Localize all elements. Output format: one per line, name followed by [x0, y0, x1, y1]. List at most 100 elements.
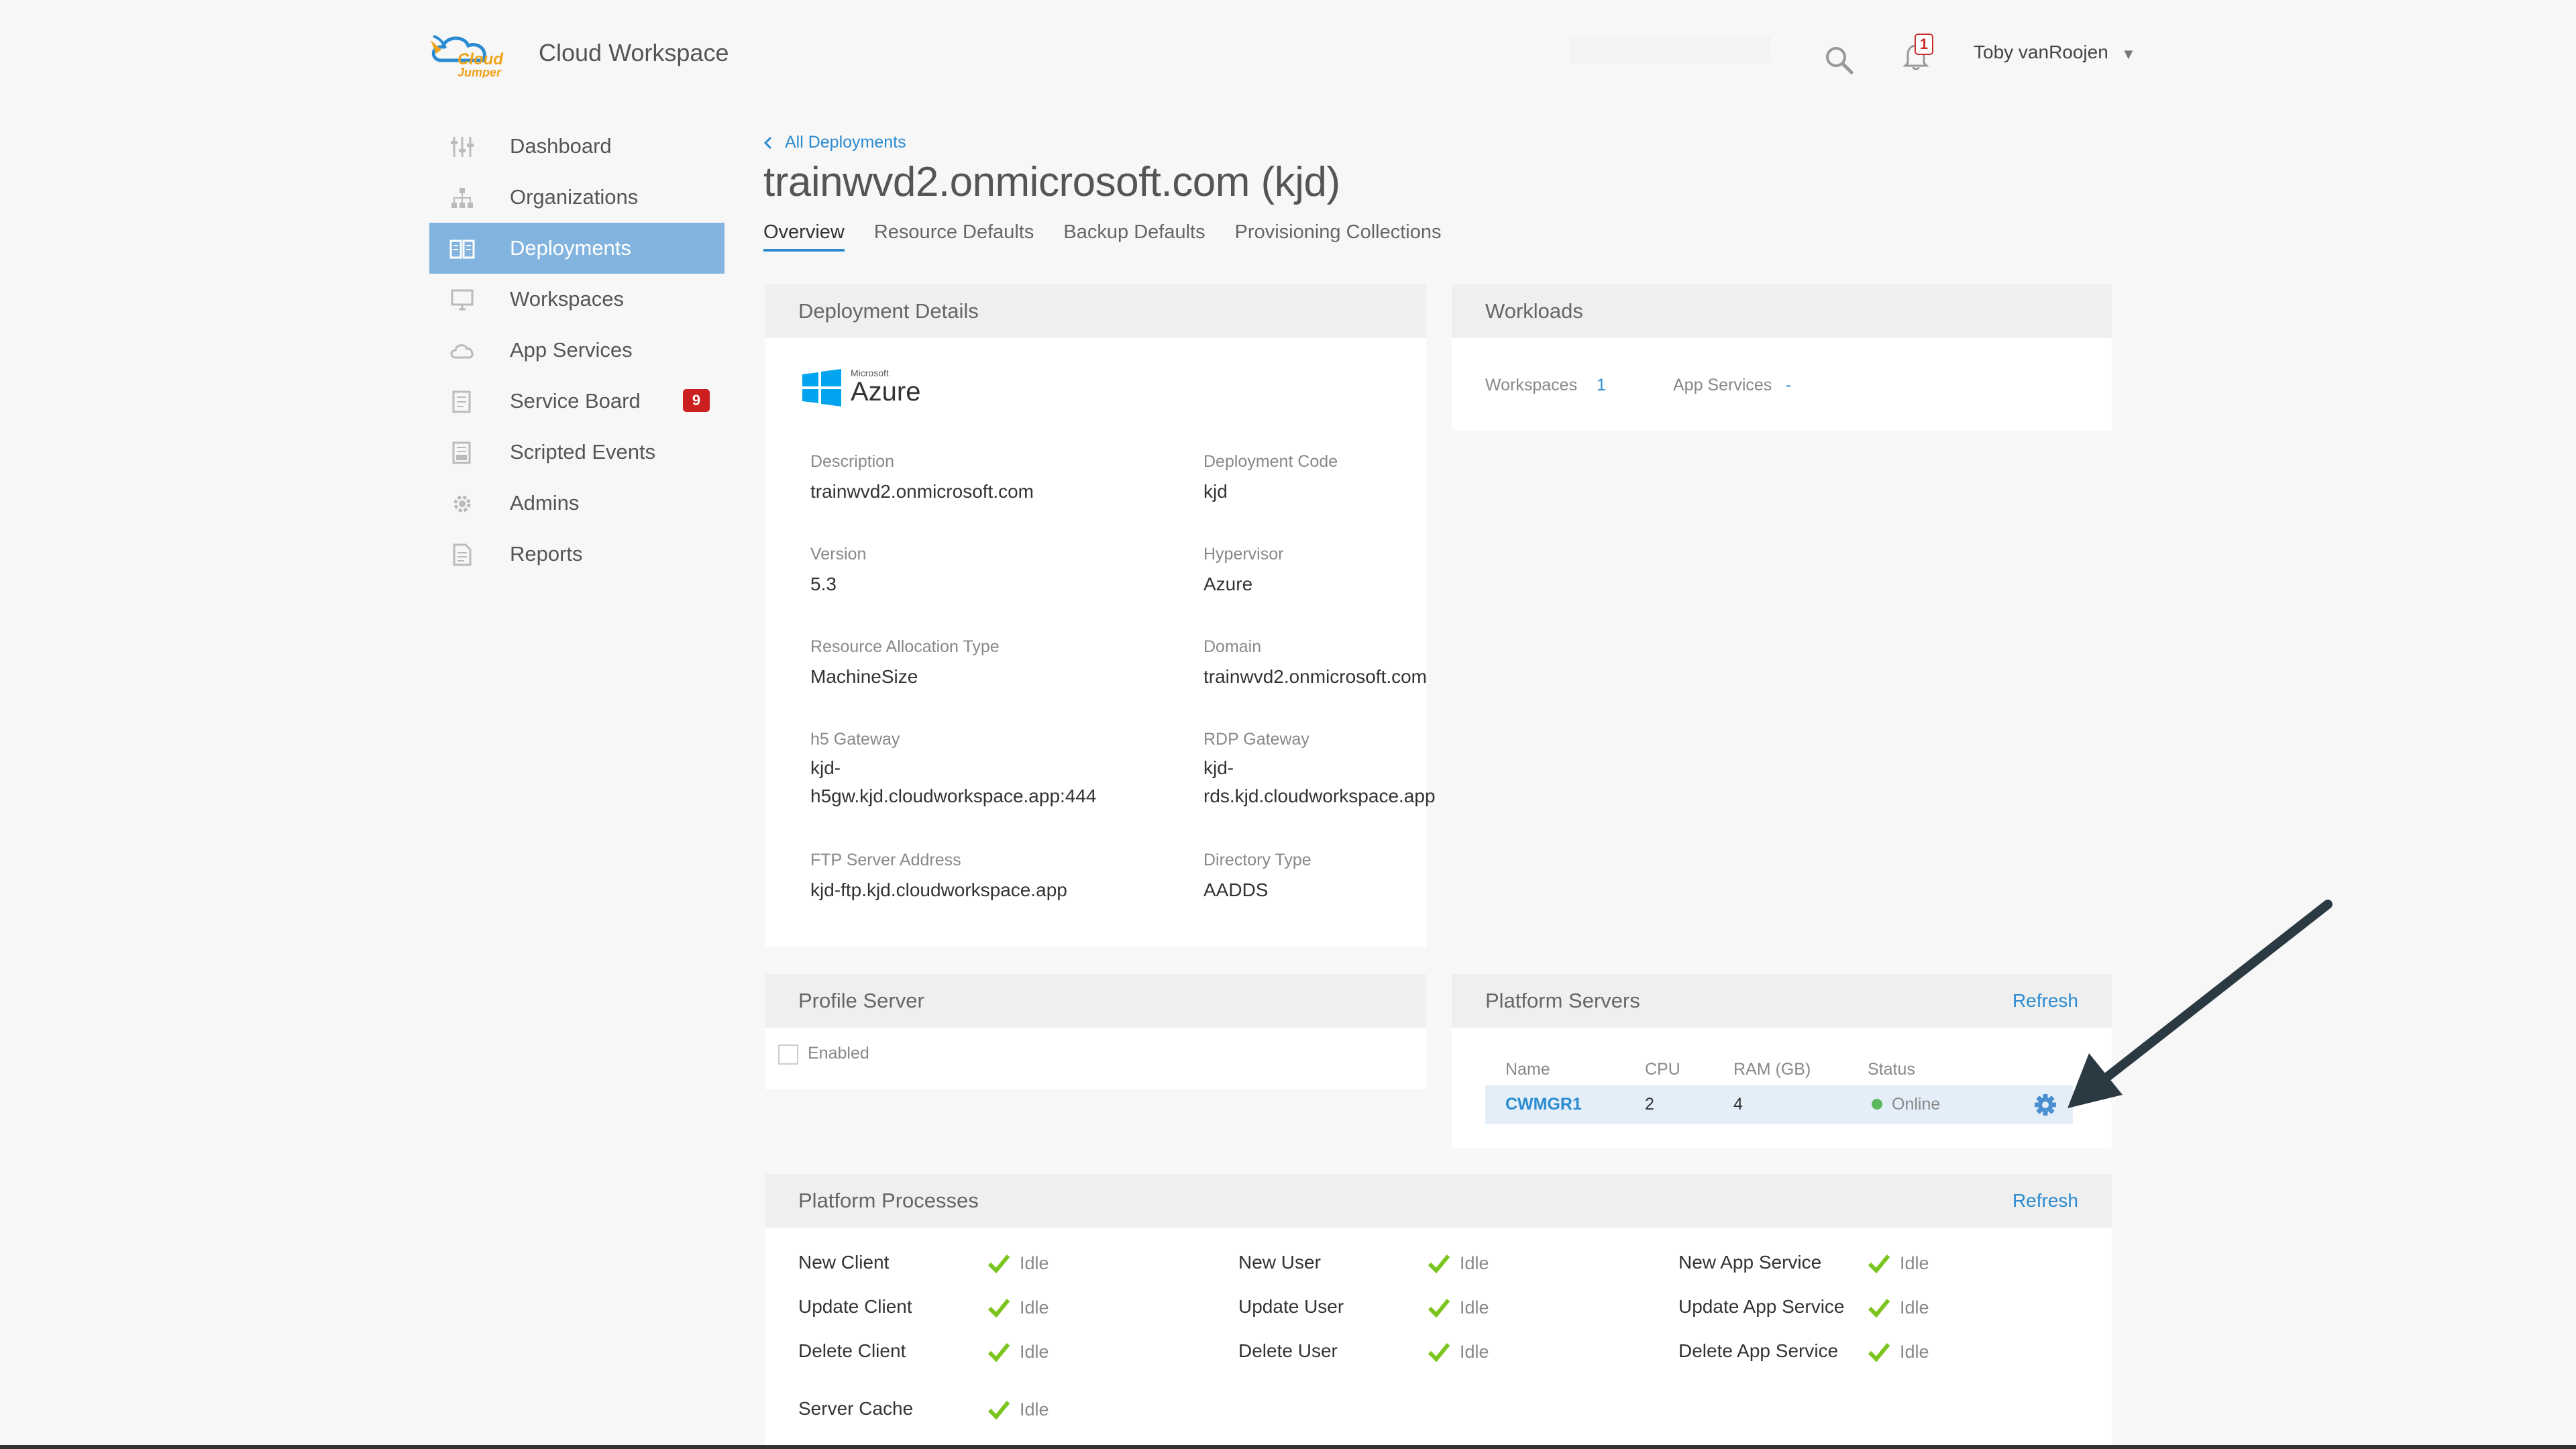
sidebar-item-organizations[interactable]: Organizations: [429, 172, 724, 223]
process-name: New App Service: [1678, 1252, 1822, 1273]
h5-gateway-value-line2: h5gw.kjd.cloudworkspace.app:444: [810, 786, 1097, 806]
sidebar-item-reports[interactable]: Reports: [429, 529, 724, 580]
status-online-dot: [1872, 1099, 1882, 1110]
cloud-jumper-logo: Cloud Jumper: [431, 35, 504, 78]
rdp-gateway-value-line1: kjd-: [1203, 757, 1234, 778]
hypervisor-value: Azure: [1203, 574, 1253, 594]
description-label: Description: [810, 452, 895, 471]
process-name: New User: [1238, 1252, 1321, 1273]
column-header-cpu: CPU: [1645, 1060, 1680, 1079]
sidebar-nav: Dashboard Organizations Deployments Work…: [429, 121, 724, 580]
sidebar-item-label: Admins: [510, 491, 580, 515]
workspaces-count-link[interactable]: 1: [1597, 376, 1606, 395]
process-status: Idle: [1900, 1342, 1929, 1362]
table-row[interactable]: CWMGR1 2 4 Online: [1485, 1085, 2073, 1124]
panel-title: Deployment Details: [798, 299, 979, 323]
refresh-processes-button[interactable]: Refresh: [2012, 1190, 2078, 1212]
process-status: Idle: [1020, 1297, 1049, 1318]
process-name: Update App Service: [1678, 1296, 1845, 1317]
workspaces-label: Workspaces: [1485, 376, 1578, 394]
monitor-icon: [451, 289, 474, 311]
h5-gateway-value-line1: kjd-: [810, 757, 841, 778]
tab-provisioning-collections[interactable]: Provisioning Collections: [1235, 221, 1442, 252]
sidebar-item-label: App Services: [510, 338, 633, 362]
app-title: Cloud Workspace: [539, 39, 729, 66]
panel-header: Workloads: [1452, 284, 2112, 338]
search-icon[interactable]: [1823, 44, 1854, 75]
process-status: Idle: [1460, 1253, 1489, 1273]
server-ram: 4: [1733, 1095, 1743, 1114]
process-name: New Client: [798, 1252, 890, 1273]
svg-text:Jumper: Jumper: [458, 66, 502, 78]
chevron-left-icon: [763, 136, 772, 149]
process-name: Delete User: [1238, 1340, 1338, 1361]
column-header-name: Name: [1505, 1060, 1550, 1079]
platform-processes-panel: Platform Processes Refresh New Client Idl…: [765, 1174, 2112, 1445]
sidebar-item-label: Service Board: [510, 389, 641, 413]
sidebar-item-scripted-events[interactable]: Scripted Events: [429, 427, 724, 478]
panel-title: Platform Processes: [798, 1189, 979, 1212]
process-status: Idle: [1900, 1253, 1929, 1273]
header-search-area: [1570, 36, 1771, 63]
sidebar-item-deployments[interactable]: Deployments: [429, 223, 724, 274]
process-status: Idle: [1460, 1342, 1489, 1362]
tab-bar: Overview Resource Defaults Backup Defaul…: [763, 221, 1441, 252]
sidebar-item-app-services[interactable]: App Services: [429, 325, 724, 376]
rdp-gateway-label: RDP Gateway: [1203, 730, 1309, 749]
directory-type-value: AADDS: [1203, 879, 1269, 900]
sidebar-item-label: Deployments: [510, 236, 631, 260]
sidebar-item-label: Scripted Events: [510, 440, 656, 464]
tab-backup-defaults[interactable]: Backup Defaults: [1063, 221, 1205, 252]
tab-overview[interactable]: Overview: [763, 221, 845, 252]
breadcrumb-link[interactable]: All Deployments: [785, 133, 906, 152]
sidebar-item-workspaces[interactable]: Workspaces: [429, 274, 724, 325]
panel-header: Profile Server: [765, 974, 1426, 1028]
checkmark-icon: [987, 1343, 1010, 1362]
deployment-code-value: kjd: [1203, 481, 1228, 502]
process-name: Server Cache: [798, 1398, 914, 1419]
panel-title: Profile Server: [798, 989, 924, 1012]
checkmark-icon: [1428, 1254, 1450, 1273]
sidebar-item-dashboard[interactable]: Dashboard: [429, 121, 724, 172]
server-name-link[interactable]: CWMGR1: [1505, 1095, 1582, 1114]
checkmark-icon: [1428, 1343, 1450, 1362]
sidebar-item-admins[interactable]: Admins: [429, 478, 724, 529]
checkmark-icon: [1868, 1254, 1890, 1273]
checkmark-icon: [1868, 1299, 1890, 1318]
chevron-down-icon[interactable]: ▼: [2121, 46, 2136, 63]
process-name: Update Client: [798, 1296, 912, 1317]
process-name: Delete App Service: [1678, 1340, 1839, 1361]
panel-title: Platform Servers: [1485, 989, 1640, 1012]
checkmark-icon: [987, 1254, 1010, 1273]
process-status: Idle: [1020, 1399, 1049, 1419]
description-value: trainwvd2.onmicrosoft.com: [810, 481, 1034, 502]
server-cpu: 2: [1645, 1095, 1654, 1114]
process-status: Idle: [1020, 1253, 1049, 1273]
h5-gateway-label: h5 Gateway: [810, 730, 900, 749]
deployment-details-panel: Deployment Details Microsoft Azure Descr…: [765, 284, 1436, 947]
profile-server-panel: Profile Server Enabled: [765, 974, 1426, 1089]
service-board-badge: 9: [683, 389, 710, 412]
document-icon: [453, 543, 472, 566]
deployment-code-label: Deployment Code: [1203, 452, 1338, 471]
org-chart-icon: [451, 188, 473, 208]
breadcrumb[interactable]: All Deployments: [763, 133, 906, 152]
version-value: 5.3: [810, 574, 837, 594]
sidebar-item-service-board[interactable]: Service Board 9: [429, 376, 724, 427]
enabled-label: Enabled: [808, 1044, 869, 1063]
workloads-panel: Workloads Workspaces 1 App Services -: [1452, 284, 2112, 431]
tab-resource-defaults[interactable]: Resource Defaults: [874, 221, 1034, 252]
enabled-checkbox[interactable]: [778, 1044, 798, 1065]
ftp-server-label: FTP Server Address: [810, 851, 961, 869]
user-menu[interactable]: Toby vanRoojen: [1974, 42, 2108, 63]
sidebar-item-label: Workspaces: [510, 287, 624, 311]
app-services-count-link[interactable]: -: [1786, 376, 1791, 395]
sidebar-item-label: Dashboard: [510, 134, 612, 158]
version-label: Version: [810, 545, 867, 564]
book-icon: [449, 239, 475, 259]
server-status: Online: [1892, 1095, 1941, 1114]
process-status: Idle: [1020, 1342, 1049, 1362]
panel-title: Workloads: [1485, 299, 1583, 323]
column-header-ram: RAM (GB): [1733, 1060, 1811, 1079]
domain-value: trainwvd2.onmicrosoft.com: [1203, 666, 1428, 687]
